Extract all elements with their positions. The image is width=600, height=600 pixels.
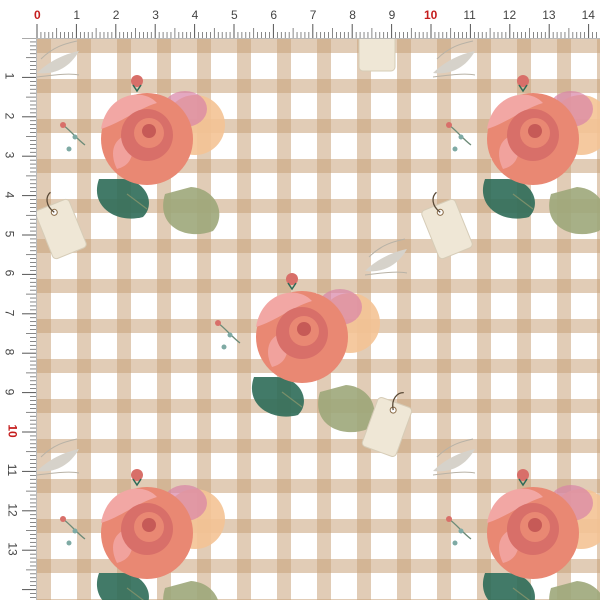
left-ruler-label: 9: [2, 388, 17, 395]
top-ruler-label: 13: [542, 8, 556, 22]
left-ruler-label: 4: [2, 191, 17, 198]
fabric-preview: [37, 39, 600, 600]
top-ruler-label: 10: [424, 8, 438, 22]
top-ruler-label: 1: [73, 8, 81, 22]
top-ruler-label: 5: [231, 8, 238, 22]
top-ruler-label: 3: [152, 8, 159, 22]
top-ruler-label: 12: [502, 8, 517, 22]
left-ruler-label: 10: [5, 424, 20, 438]
left-ruler-label: 8: [2, 348, 17, 356]
top-ruler-label: 8: [349, 8, 356, 22]
top-ruler-label: 4: [191, 8, 199, 22]
top-ruler-label: 14: [581, 8, 595, 22]
top-ruler-label: 6: [270, 8, 278, 22]
left-ruler-label: 3: [2, 151, 17, 159]
gingham-rose-pattern: [37, 39, 600, 600]
top-ruler-label: 0: [34, 8, 41, 22]
left-ruler-label: 6: [2, 270, 17, 277]
top-ruler-label: 2: [112, 8, 120, 22]
left-ruler-label: 7: [2, 309, 17, 317]
left-ruler-label: 11: [5, 464, 20, 477]
left-ruler-label: 13: [5, 542, 20, 556]
left-ruler-label: 5: [2, 230, 17, 238]
top-ruler-label: 11: [463, 8, 476, 22]
left-ruler-label: 12: [5, 503, 20, 517]
top-ruler-label: 9: [388, 8, 396, 22]
top-ruler: 0 1 2 3 4 5 6 7 8 9 10 11 12 13 14: [0, 0, 600, 39]
left-ruler: 1 2 3 4 5 6 7 8 9 10 11 12 13: [0, 38, 37, 600]
top-ruler-label: 7: [309, 8, 317, 22]
left-ruler-label: 1: [2, 73, 17, 80]
gift-tag-top: [358, 39, 396, 72]
left-ruler-label: 2: [2, 112, 17, 120]
